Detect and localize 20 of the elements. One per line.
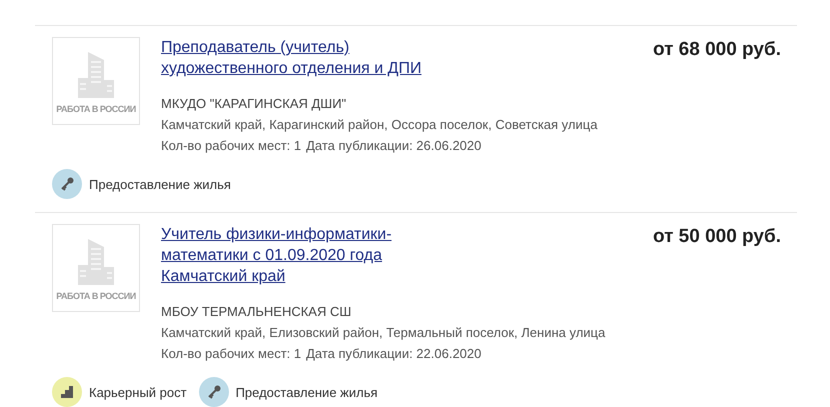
salary: от 50 000 руб.: [652, 226, 781, 248]
address: Камчатский край, Карагинский район, Оссора поселок, Советская улица: [161, 116, 598, 134]
salary: от 68 000 руб.: [652, 39, 781, 61]
perk-label: Предоставление жилья: [89, 176, 231, 192]
key-icon: [198, 377, 229, 407]
company-name: МБОУ ТЕРМАЛЬНЕНСКАЯ СШ: [161, 303, 352, 321]
key-icon: [52, 169, 82, 199]
stairs-icon: [52, 377, 82, 407]
logo-text: РАБОТА В РОССИИ: [56, 104, 136, 114]
workplaces-count: Кол-во рабочих мест: 1: [161, 345, 302, 363]
perk-label: Предоставление жилья: [236, 384, 378, 400]
company-name: МКУДО "КАРАГИНСКАЯ ДШИ": [161, 95, 348, 113]
address: Камчатский край, Елизовский район, Термальный поселок, Ленина улица: [161, 324, 606, 342]
perk-label: Карьерный рост: [89, 384, 187, 400]
publication-date: Дата публикации: 22.06.2020: [306, 345, 482, 363]
vacancy-title-link[interactable]: Преподаватель (учитель) художественного отделения и ДПИ: [161, 37, 422, 79]
publication-date: Дата публикации: 26.06.2020: [306, 137, 482, 155]
workplaces-count: Кол-во рабочих мест: 1: [161, 137, 302, 155]
vacancy-title-link[interactable]: Учитель физики-информатики- математики с 01.09.2020 года Камчатский край: [161, 224, 392, 287]
logo-text: РАБОТА В РОССИИ: [56, 291, 136, 301]
